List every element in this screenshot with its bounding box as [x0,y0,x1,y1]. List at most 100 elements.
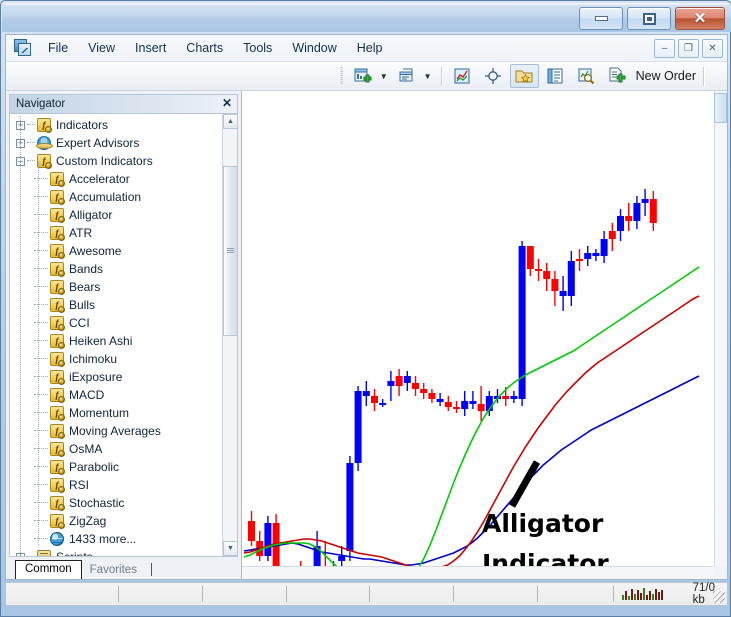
tree-item-bulls[interactable]: f Bulls [10,296,222,314]
tab-common[interactable]: Common [15,560,82,579]
tree-item-iexposure[interactable]: f iExposure [10,368,222,386]
tree-item-indicators[interactable]: + f Indicators [10,116,222,134]
tree-item-ichimoku[interactable]: f Ichimoku [10,350,222,368]
menu-file[interactable]: File [38,38,78,58]
tree-item-label: Indicators [56,118,109,132]
tree-item-atr[interactable]: f ATR [10,224,222,242]
tree-connector [34,484,48,486]
strategy-tester-button[interactable] [572,64,601,88]
tree-item-label: Heiken Ashi [69,334,133,348]
navigator-close-icon[interactable]: ✕ [222,97,232,109]
menu-insert[interactable]: Insert [125,38,176,58]
tree-item-expert-advisors[interactable]: + Expert Advisors [10,134,222,152]
tree-item-accumulation[interactable]: f Accumulation [10,188,222,206]
tree-item-label: Stochastic [69,496,125,510]
tree-item-heiken-ashi[interactable]: f Heiken Ashi [10,332,222,350]
tree-item-parabolic[interactable]: f Parabolic [10,458,222,476]
navigator-scrollbar[interactable]: ▲ ▼ [222,114,237,556]
new-order-button[interactable] [603,64,632,88]
function-icon: f [50,370,65,385]
tree-item-osma[interactable]: f OsMA [10,440,222,458]
new-chart-button[interactable] [349,64,378,88]
tree-item-stochastic[interactable]: f Stochastic [10,494,222,512]
function-icon: f [37,154,52,169]
function-icon: f [50,424,65,439]
menu-charts[interactable]: Charts [176,38,233,58]
function-icon: f [50,190,65,205]
terminal-icon [547,68,563,84]
function-icon: f [37,118,52,133]
tree-item-momentum[interactable]: f Momentum [10,404,222,422]
menu-help[interactable]: Help [347,38,393,58]
mdi-close-button[interactable]: ✕ [702,39,723,58]
tree-item-accelerator[interactable]: f Accelerator [10,170,222,188]
tree-item-moving-averages[interactable]: f Moving Averages [10,422,222,440]
crosshair-button[interactable] [479,64,508,88]
terminal-button[interactable] [541,64,570,88]
candle [354,386,362,471]
market-watch-button[interactable] [448,64,477,88]
chart-scroll-corner [714,566,727,579]
traffic-bar [648,591,651,600]
window-close-button[interactable]: ✕ [675,7,725,30]
scroll-up-arrow[interactable]: ▲ [223,114,237,129]
tree-item-label: Awesome [69,244,122,258]
tree-connector [27,160,35,162]
traffic-bar [624,591,627,600]
window-maximize-button[interactable] [627,7,671,30]
menu-view[interactable]: View [78,38,125,58]
chart-window[interactable]: Alligator Indicator [242,91,727,579]
scrollbar-thumb[interactable] [223,166,237,336]
tree-connector [34,322,48,324]
tree-item-rsi[interactable]: f RSI [10,476,222,494]
candle [600,231,608,263]
tree-item-zigzag[interactable]: f ZigZag [10,512,222,530]
tree-connector [34,430,48,432]
candle [403,371,411,391]
chart-vertical-scrollbar[interactable] [714,91,727,566]
tree-item-bands[interactable]: f Bands [10,260,222,278]
tree-item-custom-indicators[interactable]: – f Custom Indicators [10,152,222,170]
toolbar-grip[interactable] [338,67,343,85]
tree-connector [34,412,48,414]
chart-canvas[interactable]: Alligator Indicator [242,91,714,566]
status-cell-3 [203,586,287,602]
candle [617,209,624,241]
candle [387,371,395,401]
profiles-button[interactable] [393,64,422,88]
function-icon: f [50,334,65,349]
new-order-icon [609,67,626,83]
tree-item-1433-more[interactable]: 1433 more... [10,530,222,548]
candle [420,383,428,399]
candle [256,531,264,561]
profiles-dropdown-arrow[interactable]: ▼ [424,72,432,81]
tree-item-scripts[interactable]: +Scripts [10,548,222,556]
chart-horizontal-scrollbar[interactable] [242,566,714,579]
tab-favorites[interactable]: Favorites [81,562,146,579]
tree-item-alligator[interactable]: f Alligator [10,206,222,224]
menu-window[interactable]: Window [282,38,346,58]
new-chart-dropdown-arrow[interactable]: ▼ [380,72,388,81]
chart-vertical-thumb[interactable] [714,93,727,123]
mdi-minimize-button[interactable]: – [654,39,675,58]
menu-tools[interactable]: Tools [233,38,282,58]
function-icon: f [50,352,65,367]
tree-item-cci[interactable]: f CCI [10,314,222,332]
tree-item-label: Scripts [56,550,93,556]
mdi-restore-button[interactable]: ❐ [678,39,699,58]
tree-item-label: CCI [69,316,90,330]
resize-grip[interactable] [713,591,725,603]
new-order-label[interactable]: New Order [636,69,696,83]
tree-connector [34,466,48,468]
candle [444,396,452,411]
window-minimize-button[interactable] [579,7,623,30]
tree-item-awesome[interactable]: f Awesome [10,242,222,260]
tree-item-macd[interactable]: f MACD [10,386,222,404]
function-icon: f [50,460,65,475]
status-cell-7 [538,586,614,602]
tree-item-bears[interactable]: f Bears [10,278,222,296]
scroll-down-arrow[interactable]: ▼ [223,541,237,556]
navigator-tree[interactable]: + f Indicators + Expert Advisors – f Custom Ind… [9,113,238,557]
navigator-button[interactable] [509,64,539,88]
candle [469,391,477,409]
